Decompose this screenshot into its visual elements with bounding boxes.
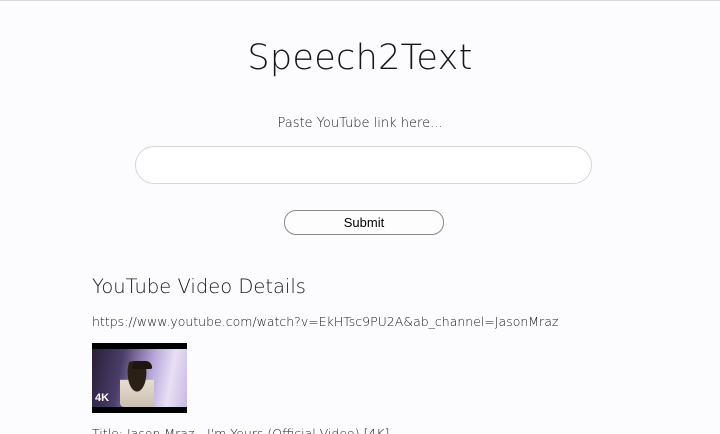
video-details-heading: YouTube Video Details xyxy=(92,275,306,298)
thumbnail-4k-badge: 4K xyxy=(95,392,110,404)
youtube-url-input[interactable] xyxy=(135,146,592,184)
url-prompt-label: Paste YouTube link here... xyxy=(277,116,443,131)
top-divider xyxy=(0,0,720,1)
page-title: Speech2Text xyxy=(247,38,473,78)
thumbnail-hat xyxy=(132,361,152,369)
submit-button[interactable]: Submit xyxy=(284,210,444,235)
video-thumbnail: 4K xyxy=(92,343,187,413)
video-title-text: Title: Jason Mraz - I'm Yours (Official … xyxy=(92,426,390,434)
page: Speech2Text Paste YouTube link here... S… xyxy=(0,0,720,434)
video-url-text: https://www.youtube.com/watch?v=EkHTsc9P… xyxy=(92,314,559,329)
